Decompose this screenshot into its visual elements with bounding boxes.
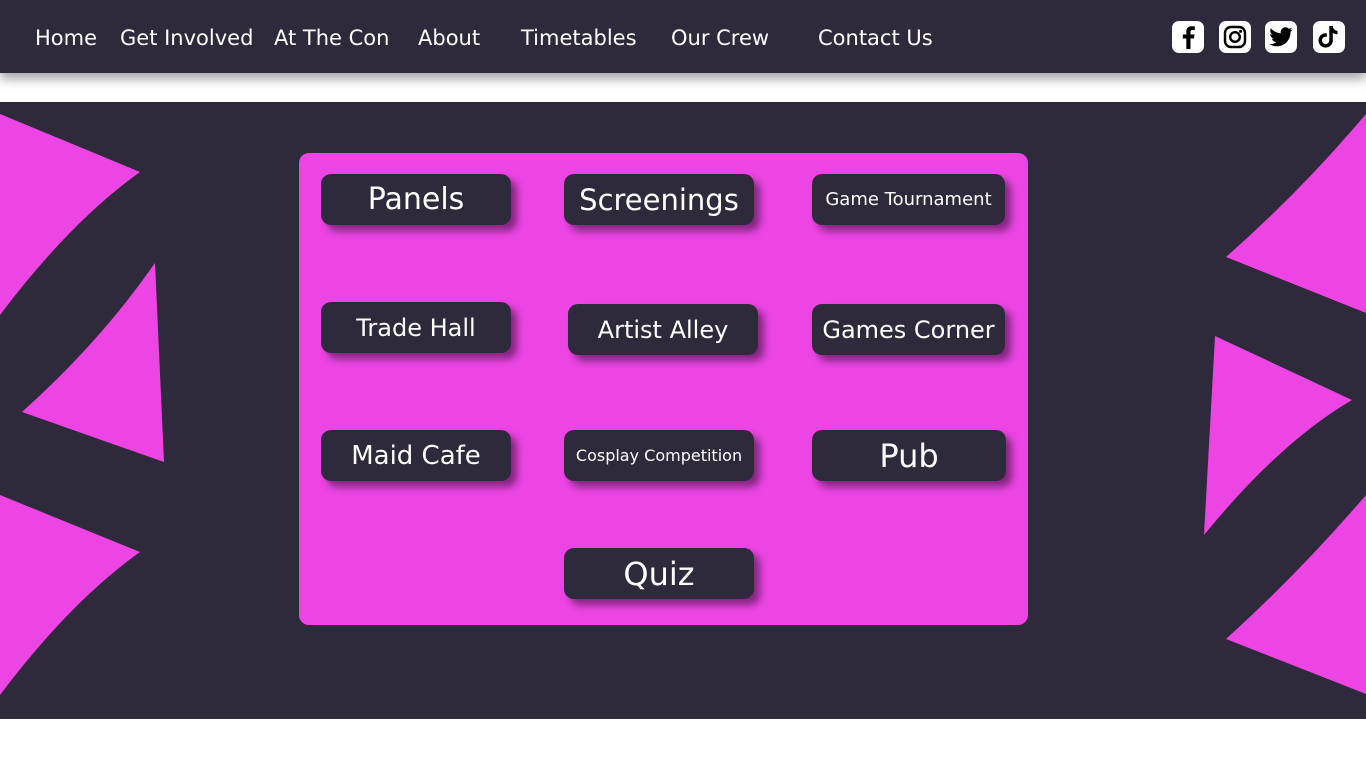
facebook-link[interactable] (1172, 21, 1204, 53)
nav-contact-us[interactable]: Contact Us (818, 22, 933, 54)
artist-alley-button[interactable]: Artist Alley (568, 304, 758, 355)
cosplay-competition-button[interactable]: Cosplay Competition (564, 430, 754, 481)
nav-timetables[interactable]: Timetables (521, 22, 637, 54)
activities-section: Panels Screenings Game Tournament Trade … (0, 102, 1366, 719)
instagram-link[interactable] (1219, 21, 1251, 53)
tiktok-icon (1318, 26, 1338, 48)
tiktok-link[interactable] (1313, 21, 1345, 53)
quiz-button[interactable]: Quiz (564, 548, 754, 599)
top-navbar: Home Get Involved At The Con About Timet… (0, 0, 1366, 73)
nav-about[interactable]: About (418, 22, 480, 54)
nav-our-crew[interactable]: Our Crew (671, 22, 769, 54)
activities-panel: Panels Screenings Game Tournament Trade … (299, 153, 1028, 625)
pub-button[interactable]: Pub (812, 430, 1006, 481)
instagram-icon (1223, 25, 1247, 49)
twitter-link[interactable] (1265, 21, 1297, 53)
panels-button[interactable]: Panels (321, 174, 511, 225)
games-corner-button[interactable]: Games Corner (812, 304, 1005, 355)
nav-home[interactable]: Home (35, 22, 97, 54)
screenings-button[interactable]: Screenings (564, 174, 754, 225)
nav-at-the-con[interactable]: At The Con (274, 22, 389, 54)
trade-hall-button[interactable]: Trade Hall (321, 302, 511, 353)
twitter-icon (1269, 27, 1293, 47)
nav-get-involved[interactable]: Get Involved (120, 22, 253, 54)
game-tournament-button[interactable]: Game Tournament (812, 174, 1005, 225)
maid-cafe-button[interactable]: Maid Cafe (321, 430, 511, 481)
facebook-icon (1182, 26, 1195, 49)
